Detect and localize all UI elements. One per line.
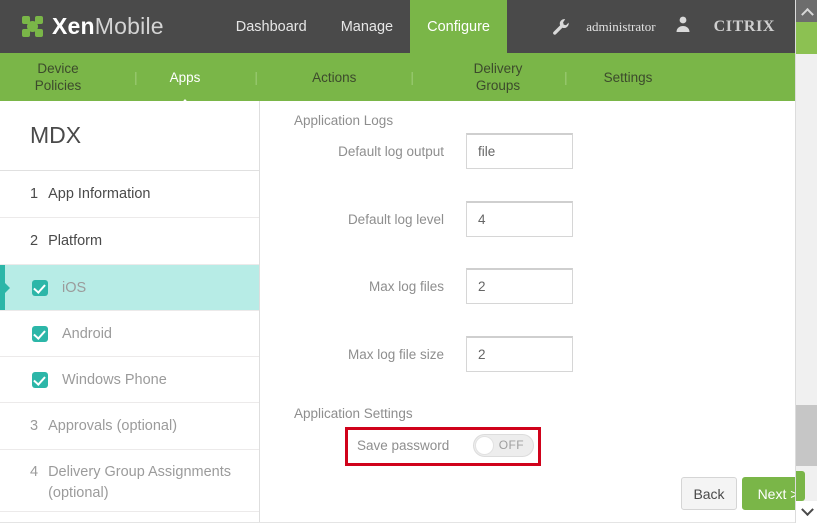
checkbox-ios[interactable] bbox=[32, 279, 48, 296]
scrollbar-green-bottom-marker bbox=[796, 471, 805, 501]
user-icon[interactable] bbox=[674, 15, 692, 38]
sidebar-item-number: 3 bbox=[30, 418, 39, 434]
sidebar-item-windows-phone[interactable]: Windows Phone bbox=[0, 357, 259, 403]
wrench-icon[interactable] bbox=[550, 16, 572, 38]
logo-brand-primary: Xen bbox=[52, 13, 95, 39]
tab-apps-label: Apps bbox=[169, 69, 201, 85]
sidebar-item-delivery-group-assignments[interactable]: 4 Delivery Group Assignments (optional) bbox=[0, 450, 259, 512]
logo-text: XenMobile bbox=[52, 13, 164, 40]
tab-settings[interactable]: Settings bbox=[598, 69, 659, 86]
top-header-bar: XenMobile Dashboard Manage Configure adm… bbox=[0, 0, 795, 53]
back-button[interactable]: Back bbox=[681, 477, 737, 510]
sidebar-item-approvals[interactable]: 3 Approvals (optional) bbox=[0, 403, 259, 450]
chevron-up-icon bbox=[800, 7, 814, 21]
chevron-down-icon bbox=[800, 502, 814, 516]
sub-navigation-bar: Device Policies | Apps | Actions | Deliv… bbox=[0, 53, 795, 108]
sidebar-item-ios[interactable]: iOS bbox=[0, 265, 259, 311]
toggle-label-save-password: Save password bbox=[357, 438, 450, 453]
scrollbar-thumb[interactable] bbox=[796, 405, 817, 466]
input-default-log-level[interactable] bbox=[466, 201, 573, 237]
input-max-log-files[interactable] bbox=[466, 268, 573, 304]
field-row-max-log-files: Max log files bbox=[286, 268, 573, 304]
sidebar-item-app-information[interactable]: 1 App Information bbox=[0, 171, 259, 218]
xenmobile-logo-icon bbox=[22, 16, 43, 37]
field-label: Default log level bbox=[347, 211, 444, 227]
toggle-save-password[interactable]: OFF bbox=[473, 434, 534, 457]
wizard-sidebar: MDX 1 App Information 2 Platform iOS And… bbox=[0, 101, 260, 523]
input-default-log-output[interactable] bbox=[466, 133, 573, 169]
sidebar-item-label: Windows Phone bbox=[62, 371, 167, 388]
page-body: MDX 1 App Information 2 Platform iOS And… bbox=[0, 101, 814, 523]
main-content-panel: Application Logs Default log output Defa… bbox=[261, 101, 814, 523]
xenmobile-logo[interactable]: XenMobile bbox=[22, 13, 164, 40]
tab-device-policies[interactable]: Device Policies bbox=[8, 60, 108, 94]
sidebar-item-label: Approvals (optional) bbox=[48, 418, 178, 434]
nav-item-configure[interactable]: Configure bbox=[410, 0, 507, 53]
sidebar-item-label: App Information bbox=[48, 186, 151, 202]
tab-actions[interactable]: Actions bbox=[306, 69, 362, 86]
field-label: Max log file size bbox=[347, 346, 444, 362]
nav-item-manage[interactable]: Manage bbox=[324, 0, 410, 53]
input-max-log-file-size[interactable] bbox=[466, 336, 573, 372]
toggle-state-label: OFF bbox=[498, 438, 524, 452]
sidebar-item-label: iOS bbox=[62, 279, 87, 296]
username-label: administrator bbox=[586, 18, 656, 34]
logo-brand-secondary: Mobile bbox=[94, 13, 164, 39]
field-label: Max log files bbox=[368, 278, 444, 294]
sidebar-item-label: Android bbox=[62, 325, 112, 342]
sidebar-item-number: 2 bbox=[30, 233, 39, 249]
sidebar-item-label: Platform bbox=[48, 233, 103, 249]
vertical-scrollbar[interactable] bbox=[795, 0, 817, 523]
subnav-separator-2: | bbox=[254, 69, 259, 85]
tab-delivery-groups[interactable]: Delivery Groups bbox=[462, 60, 534, 94]
sidebar-item-android[interactable]: Android bbox=[0, 311, 259, 357]
sidebar-item-number: 1 bbox=[30, 186, 39, 202]
field-row-default-log-output: Default log output bbox=[286, 133, 573, 169]
checkbox-android[interactable] bbox=[32, 325, 48, 342]
nav-item-dashboard[interactable]: Dashboard bbox=[219, 0, 324, 53]
toggle-knob bbox=[475, 436, 494, 455]
scrollbar-up-arrow[interactable] bbox=[796, 0, 817, 22]
sidebar-item-number: 4 bbox=[30, 464, 39, 480]
field-row-max-log-file-size: Max log file size bbox=[286, 336, 573, 372]
xenmobile-app-window: XenMobile Dashboard Manage Configure adm… bbox=[0, 0, 817, 523]
scrollbar-green-segment bbox=[796, 22, 817, 54]
sidebar-item-label: Delivery Group Assignments (optional) bbox=[48, 464, 232, 501]
page-title: MDX bbox=[0, 101, 259, 171]
header-right-tools: administrator CITRIX bbox=[550, 0, 795, 53]
subnav-separator-4: | bbox=[563, 69, 568, 85]
subnav-separator-3: | bbox=[410, 69, 414, 85]
checkbox-windows-phone[interactable] bbox=[32, 371, 48, 388]
section-header-application-settings: Application Settings bbox=[294, 406, 413, 421]
field-label: Default log output bbox=[338, 143, 444, 159]
sidebar-item-platform[interactable]: 2 Platform bbox=[0, 218, 259, 265]
tab-apps[interactable]: Apps bbox=[164, 69, 207, 108]
section-header-application-logs: Application Logs bbox=[294, 113, 394, 128]
citrix-logo: CITRIX bbox=[713, 17, 775, 35]
subnav-separator-1: | bbox=[134, 69, 138, 85]
field-row-default-log-level: Default log level bbox=[286, 201, 573, 237]
main-navigation: Dashboard Manage Configure bbox=[219, 0, 507, 53]
scrollbar-down-arrow[interactable] bbox=[796, 501, 817, 523]
